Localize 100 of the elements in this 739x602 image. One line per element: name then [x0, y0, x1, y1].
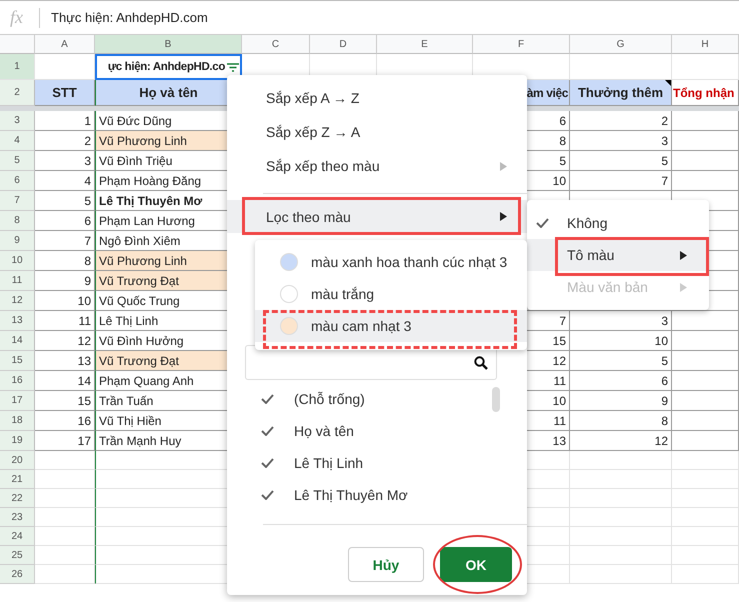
- row-header[interactable]: 25: [0, 546, 35, 565]
- table-cell: 8: [570, 411, 672, 431]
- table-cell: [672, 508, 739, 527]
- row-header[interactable]: 10: [0, 251, 35, 271]
- selected-cell[interactable]: ực hiện: AnhdepHD.co: [95, 54, 242, 80]
- table-cell: [35, 470, 95, 489]
- table-cell: 9: [570, 391, 672, 411]
- row-header[interactable]: 24: [0, 527, 35, 546]
- table-cell: [35, 546, 95, 565]
- check-icon: [261, 490, 274, 500]
- row-header[interactable]: 15: [0, 351, 35, 371]
- filter-icon[interactable]: [227, 62, 239, 72]
- cell-text: ực hiện: AnhdepHD.co: [108, 61, 225, 73]
- column-header[interactable]: D: [310, 35, 377, 54]
- row-header[interactable]: 4: [0, 131, 35, 151]
- table-cell: [35, 508, 95, 527]
- search-icon: [474, 356, 488, 370]
- table-cell: 3: [570, 311, 672, 331]
- row-header[interactable]: 6: [0, 171, 35, 191]
- row-header[interactable]: 13: [0, 311, 35, 331]
- submenu-arrow-icon: [500, 162, 507, 170]
- table-cell: [672, 371, 739, 391]
- row-header[interactable]: 16: [0, 371, 35, 391]
- row-header[interactable]: 20: [0, 451, 35, 470]
- table-cell: [672, 311, 739, 331]
- table-cell: [672, 391, 739, 411]
- row-header[interactable]: 23: [0, 508, 35, 527]
- menu-item[interactable]: Tô màu: [527, 239, 709, 271]
- submenu-arrow-icon: [680, 250, 687, 260]
- table-cell: 12: [570, 431, 672, 451]
- row-header[interactable]: 12: [0, 291, 35, 311]
- submenu-arrow-icon: [680, 282, 687, 292]
- freeze-bar[interactable]: [672, 106, 739, 111]
- table-cell: 5: [570, 151, 672, 171]
- table-cell: 10: [570, 331, 672, 351]
- color-option[interactable]: màu xanh hoa thanh cúc nhạt 3: [255, 246, 527, 278]
- table-cell: 3: [570, 131, 672, 151]
- table-cell: 5: [570, 351, 672, 371]
- row-header[interactable]: 8: [0, 211, 35, 231]
- row-header[interactable]: 18: [0, 411, 35, 431]
- table-cell: [672, 470, 739, 489]
- column-header[interactable]: F: [473, 35, 570, 54]
- table-cell: [35, 527, 95, 546]
- table-cell: [672, 54, 739, 80]
- check-icon: [261, 426, 274, 436]
- filter-value[interactable]: Lê Thị Thuyên Mơ: [227, 479, 527, 511]
- table-cell: [672, 111, 739, 131]
- table-cell: 6: [570, 371, 672, 391]
- table-cell: [672, 431, 739, 451]
- row-header[interactable]: 17: [0, 391, 35, 411]
- fx-icon: fx: [10, 7, 34, 28]
- row-header[interactable]: 2: [0, 80, 35, 106]
- row-header[interactable]: 19: [0, 431, 35, 451]
- column-header[interactable]: G: [570, 35, 672, 54]
- column-header[interactable]: E: [377, 35, 473, 54]
- table-cell: [672, 565, 739, 584]
- column-title: Thưởng thêm: [570, 80, 672, 106]
- table-cell: [672, 171, 739, 191]
- table-cell: [672, 546, 739, 565]
- column-title: STT: [35, 80, 95, 106]
- color-option[interactable]: màu cam nhạt 3: [255, 310, 527, 342]
- table-cell: [672, 451, 739, 470]
- table-cell: 2: [570, 111, 672, 131]
- formula-value[interactable]: Thực hiện: AnhdepHD.com: [51, 10, 208, 25]
- row-header[interactable]: 26: [0, 565, 35, 584]
- menu-item[interactable]: Không: [527, 207, 709, 239]
- table-cell: [35, 565, 95, 584]
- table-cell: 7: [570, 171, 672, 191]
- row-header[interactable]: 5: [0, 151, 35, 171]
- check-icon: [536, 218, 549, 228]
- column-header[interactable]: A: [35, 35, 95, 54]
- table-cell: [672, 351, 739, 371]
- submenu-arrow-icon: [500, 212, 507, 221]
- check-icon: [261, 394, 274, 404]
- row-header[interactable]: 9: [0, 231, 35, 251]
- cancel-button[interactable]: Hủy: [348, 547, 424, 582]
- row-header[interactable]: 3: [0, 111, 35, 131]
- column-header[interactable]: H: [672, 35, 739, 54]
- table-cell: [672, 131, 739, 151]
- row-header[interactable]: 1: [0, 54, 35, 80]
- table-cell: [35, 451, 95, 470]
- table-cell: [672, 151, 739, 171]
- column-header[interactable]: C: [242, 35, 310, 54]
- menu-item[interactable]: Lọc theo màu: [227, 200, 527, 233]
- column-header[interactable]: B: [95, 35, 242, 54]
- row-header[interactable]: 22: [0, 489, 35, 508]
- row-header[interactable]: 11: [0, 271, 35, 291]
- table-cell: [672, 489, 739, 508]
- scrollbar-thumb[interactable]: [492, 387, 500, 412]
- select-all-corner[interactable]: [0, 35, 35, 54]
- table-cell: [672, 331, 739, 351]
- row-header[interactable]: 21: [0, 470, 35, 489]
- table-cell: [672, 411, 739, 431]
- color-option[interactable]: màu trắng: [255, 278, 527, 310]
- ok-button[interactable]: OK: [440, 547, 512, 582]
- freeze-bar[interactable]: [0, 106, 35, 111]
- row-header[interactable]: 14: [0, 331, 35, 351]
- table-cell: [672, 527, 739, 546]
- table-cell: [35, 489, 95, 508]
- row-header[interactable]: 7: [0, 191, 35, 211]
